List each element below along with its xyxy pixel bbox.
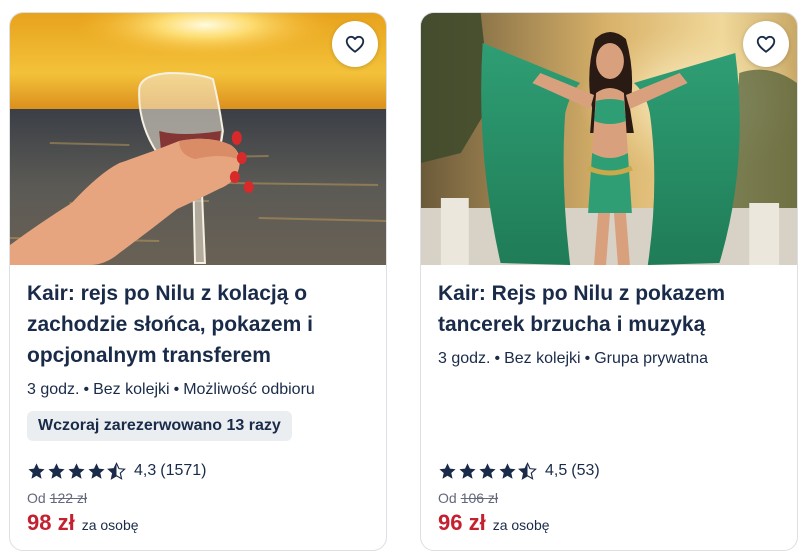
review-count[interactable]: (1571) bbox=[160, 462, 206, 480]
duration-label: 3 godz. bbox=[438, 350, 491, 367]
rating-row: 4,5 (53) bbox=[438, 460, 783, 482]
star-full-icon bbox=[459, 462, 476, 479]
rating-value: 4,5 bbox=[545, 462, 568, 479]
pickup-label: Możliwość odbioru bbox=[183, 381, 315, 398]
card-body: Kair: Rejs po Nilu z pokazem tancerek br… bbox=[438, 265, 783, 550]
price-unit: za osobę bbox=[81, 517, 139, 533]
duration-label: 3 godz. bbox=[27, 381, 80, 398]
separator-dot: • bbox=[173, 381, 180, 398]
wishlist-button[interactable] bbox=[743, 21, 789, 67]
activity-features: 3 godz. • Bez kolejki • Grupa prywatna bbox=[438, 349, 783, 369]
heart-outline-icon bbox=[345, 35, 365, 53]
price: 98 zł za osobę bbox=[27, 510, 139, 536]
star-rating bbox=[27, 461, 126, 481]
from-label: Od bbox=[27, 490, 46, 506]
belly-dancer-image bbox=[421, 13, 797, 265]
activity-features: 3 godz. • Bez kolejki • Możliwość odbioru bbox=[27, 380, 372, 400]
separator-dot: • bbox=[494, 350, 501, 367]
star-full-icon bbox=[88, 462, 105, 479]
star-half-icon bbox=[518, 461, 537, 480]
booked-badge: Wczoraj zarezerwowano 13 razy bbox=[27, 411, 292, 441]
activity-photo-belly-dancer[interactable] bbox=[421, 13, 797, 265]
price: 96 zł za osobę bbox=[438, 510, 550, 536]
current-price: 98 zł bbox=[27, 510, 75, 535]
star-full-icon bbox=[439, 462, 456, 479]
original-price: 106 zł bbox=[460, 490, 499, 506]
sunset-wine-image bbox=[10, 13, 386, 265]
activity-photo-sunset-wine[interactable] bbox=[10, 13, 386, 265]
rating-row: 4,3 (1571) bbox=[27, 460, 372, 482]
star-full-icon bbox=[28, 462, 45, 479]
star-rating bbox=[438, 461, 537, 481]
card-body: Kair: rejs po Nilu z kolacją o zachodzie… bbox=[27, 265, 372, 550]
original-price: 122 zł bbox=[49, 490, 88, 506]
private-group-label: Grupa prywatna bbox=[594, 350, 709, 367]
heart-outline-icon bbox=[756, 35, 776, 53]
review-count[interactable]: (53) bbox=[571, 462, 599, 480]
price-unit: za osobę bbox=[492, 517, 550, 533]
star-half-icon bbox=[107, 461, 126, 480]
skip-line-label: Bez kolejki bbox=[504, 350, 581, 367]
star-full-icon bbox=[68, 462, 85, 479]
activity-card[interactable]: Kair: Rejs po Nilu z pokazem tancerek br… bbox=[420, 12, 798, 551]
activity-title[interactable]: Kair: rejs po Nilu z kolacją o zachodzie… bbox=[27, 278, 372, 371]
from-label: Od bbox=[438, 490, 457, 506]
price-from: Od 122 zł bbox=[27, 490, 87, 506]
separator-dot: • bbox=[584, 350, 591, 367]
rating-value: 4,3 bbox=[134, 462, 157, 479]
star-full-icon bbox=[499, 462, 516, 479]
wishlist-button[interactable] bbox=[332, 21, 378, 67]
activity-title[interactable]: Kair: Rejs po Nilu z pokazem tancerek br… bbox=[438, 278, 783, 340]
current-price: 96 zł bbox=[438, 510, 486, 535]
star-full-icon bbox=[479, 462, 496, 479]
skip-line-label: Bez kolejki bbox=[93, 381, 170, 398]
separator-dot: • bbox=[83, 381, 90, 398]
activity-card[interactable]: Kair: rejs po Nilu z kolacją o zachodzie… bbox=[9, 12, 387, 551]
star-full-icon bbox=[48, 462, 65, 479]
price-from: Od 106 zł bbox=[438, 490, 498, 506]
